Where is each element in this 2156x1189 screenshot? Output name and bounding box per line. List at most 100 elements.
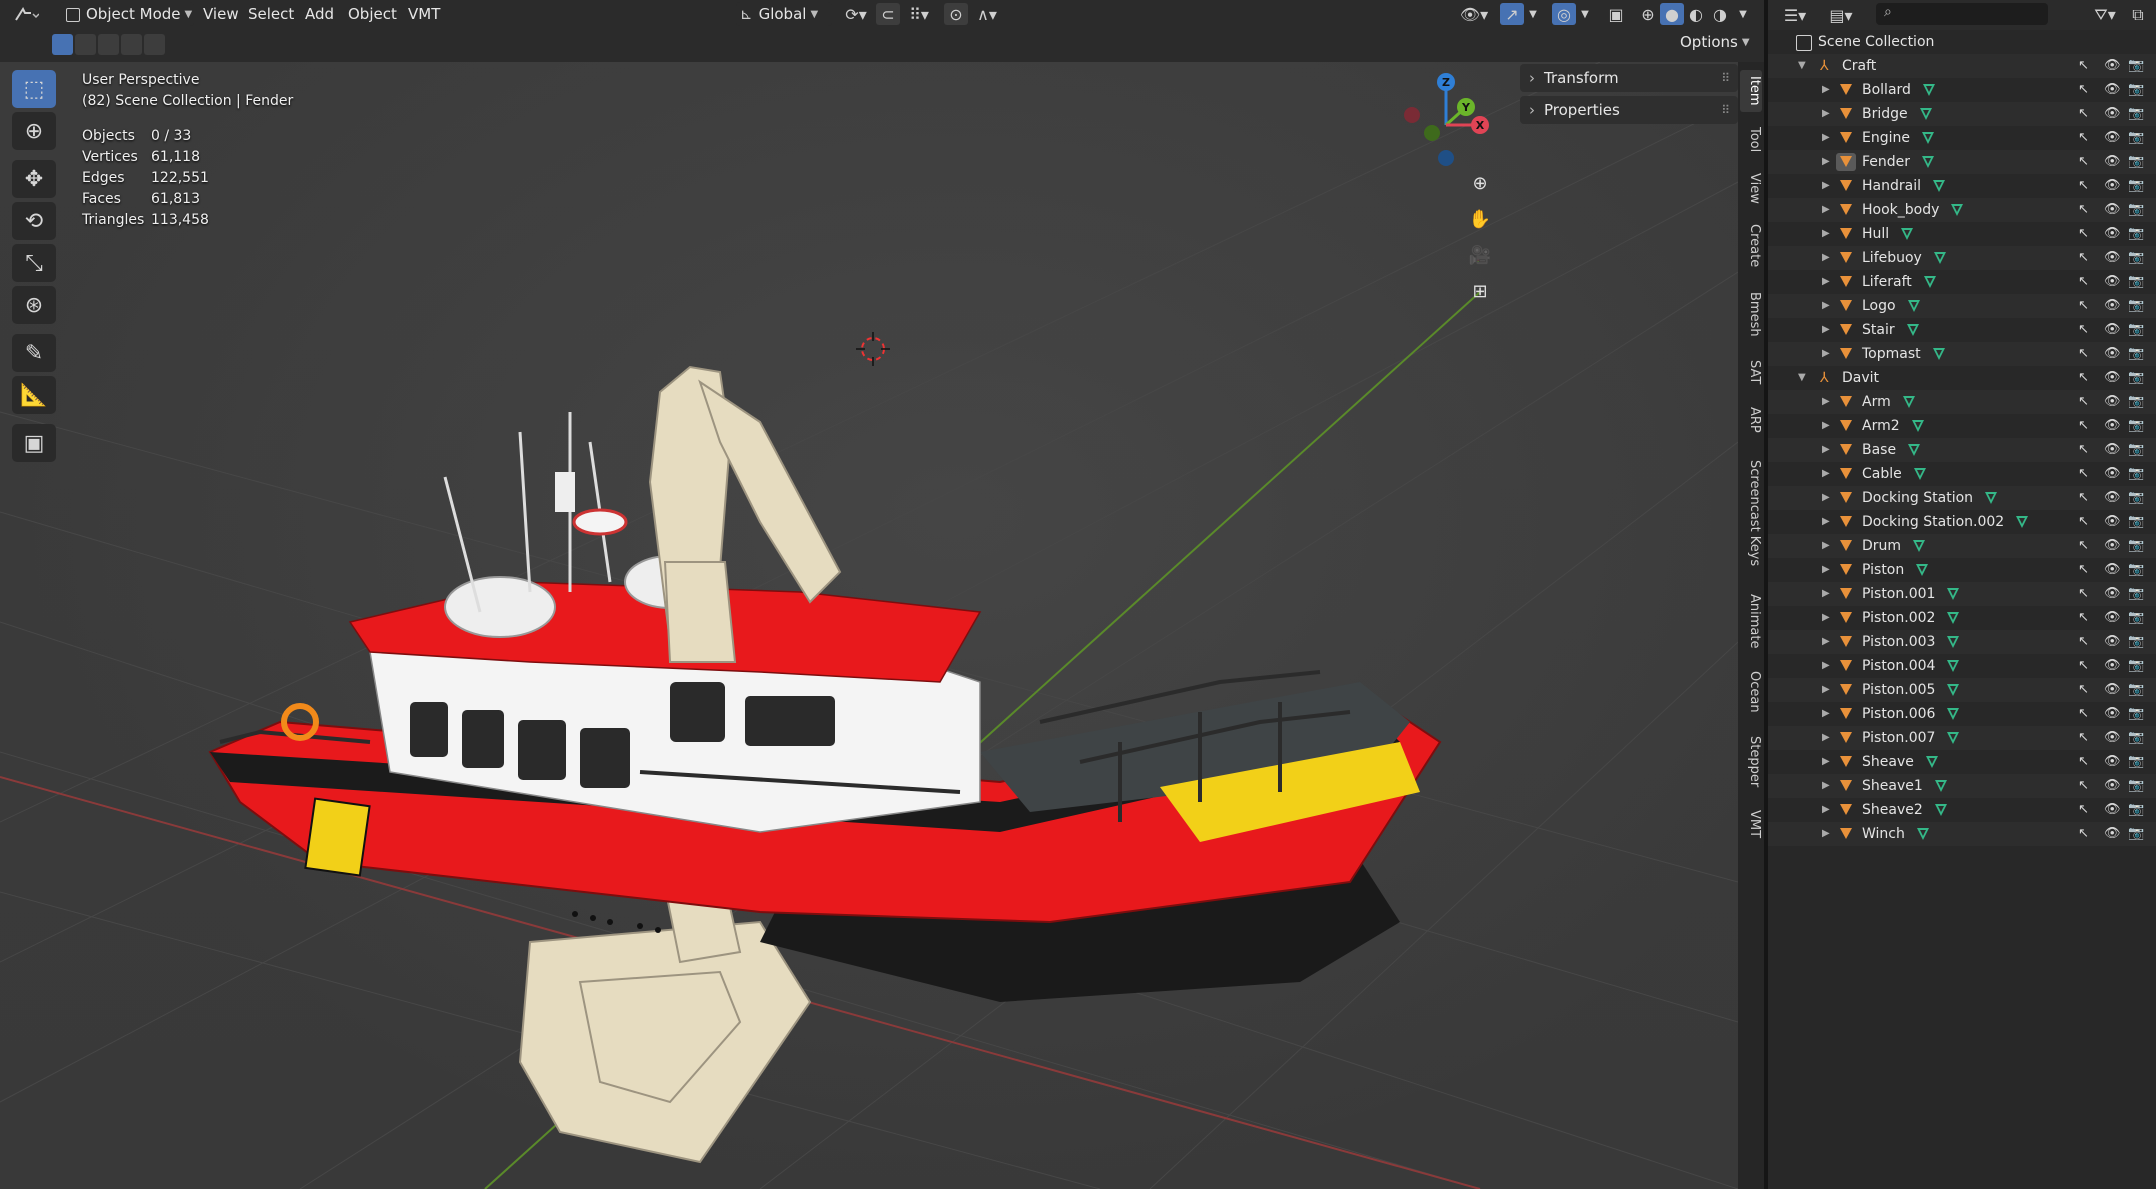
mesh-data-icon[interactable] <box>1901 228 1913 240</box>
render-camera-icon[interactable]: 📷 <box>2128 702 2144 726</box>
navigation-gizmo[interactable]: Z Y X <box>1396 70 1496 170</box>
visibility-eye-icon[interactable]: 👁 <box>2104 582 2121 606</box>
selectable-arrow-icon[interactable]: ↖ <box>2078 774 2089 798</box>
tab-tool[interactable]: Tool <box>1740 120 1762 160</box>
visibility-eye-icon[interactable]: 👁 <box>2104 630 2121 654</box>
overlays-toggle-icon[interactable]: ◎ <box>1552 3 1576 25</box>
render-camera-icon[interactable]: 📷 <box>2128 150 2144 174</box>
selectable-arrow-icon[interactable]: ↖ <box>2078 78 2089 102</box>
render-camera-icon[interactable]: 📷 <box>2128 342 2144 366</box>
options-button[interactable]: Options ▼ <box>1680 33 1750 51</box>
mesh-data-icon[interactable] <box>1908 300 1920 312</box>
expand-arrow-icon[interactable]: ▶ <box>1822 582 1830 606</box>
selectable-arrow-icon[interactable]: ↖ <box>2078 726 2089 750</box>
render-camera-icon[interactable]: 📷 <box>2128 174 2144 198</box>
zoom-icon[interactable]: ⊕ <box>1464 168 1496 198</box>
tab-create[interactable]: Create <box>1740 216 1762 276</box>
visibility-eye-icon[interactable]: 👁 <box>2104 678 2121 702</box>
selectable-arrow-icon[interactable]: ↖ <box>2078 606 2089 630</box>
overlays-dropdown-icon[interactable]: ▼ <box>1578 3 1592 25</box>
tab-view[interactable]: View <box>1740 168 1762 208</box>
shading-wireframe-icon[interactable]: ⊕ <box>1636 3 1660 25</box>
mesh-data-icon[interactable] <box>1935 780 1947 792</box>
select-box-tool-icon[interactable]: ⬚ <box>12 70 56 108</box>
visibility-eye-icon[interactable]: 👁 <box>2104 78 2121 102</box>
selectable-arrow-icon[interactable]: ↖ <box>2078 414 2089 438</box>
mesh-data-icon[interactable] <box>1922 132 1934 144</box>
mesh-data-icon[interactable] <box>1935 804 1947 816</box>
tab-item[interactable]: Item <box>1740 70 1762 112</box>
visibility-eye-icon[interactable]: 👁 <box>2104 822 2121 846</box>
mesh-data-icon[interactable] <box>1926 756 1938 768</box>
visibility-eye-icon[interactable]: 👁 <box>2104 486 2121 510</box>
visibility-eye-icon[interactable]: 👁 <box>2104 174 2121 198</box>
tab-stepper[interactable]: Stepper <box>1740 728 1762 796</box>
selectable-arrow-icon[interactable]: ↖ <box>2078 486 2089 510</box>
visibility-eye-icon[interactable]: 👁 <box>2104 270 2121 294</box>
expand-arrow-icon[interactable]: ▶ <box>1822 222 1830 246</box>
object-row[interactable]: ▶ Piston.001 ↖ 👁 📷 <box>1768 582 2156 606</box>
visibility-eye-icon[interactable]: 👁 <box>2104 126 2121 150</box>
mesh-data-icon[interactable] <box>1947 636 1959 648</box>
visibility-eye-icon[interactable]: 👁 <box>2104 222 2121 246</box>
expand-arrow-icon[interactable]: ▶ <box>1822 510 1830 534</box>
render-camera-icon[interactable]: 📷 <box>2128 558 2144 582</box>
shading-material-icon[interactable]: ◐ <box>1684 3 1708 25</box>
visibility-eye-icon[interactable]: 👁 <box>2104 102 2121 126</box>
selectable-arrow-icon[interactable]: ↖ <box>2078 630 2089 654</box>
panel-transform[interactable]: Transform <box>1520 64 1738 92</box>
selectable-arrow-icon[interactable]: ↖ <box>2078 798 2089 822</box>
snap-target-icon[interactable]: ⠿▾ <box>902 3 936 25</box>
selectable-arrow-icon[interactable]: ↖ <box>2078 246 2089 270</box>
select-subtract-icon[interactable] <box>98 34 119 55</box>
object-row[interactable]: ▶ Fender ↖ 👁 📷 <box>1768 150 2156 174</box>
render-camera-icon[interactable]: 📷 <box>2128 366 2144 390</box>
object-row[interactable]: ▶ Engine ↖ 👁 📷 <box>1768 126 2156 150</box>
render-camera-icon[interactable]: 📷 <box>2128 438 2144 462</box>
object-row[interactable]: ▶ Piston ↖ 👁 📷 <box>1768 558 2156 582</box>
visibility-eye-icon[interactable]: 👁 <box>2104 246 2121 270</box>
mesh-data-icon[interactable] <box>1947 660 1959 672</box>
mesh-data-icon[interactable] <box>1985 492 1997 504</box>
object-row[interactable]: ▶ Winch ↖ 👁 📷 <box>1768 822 2156 846</box>
visibility-eye-icon[interactable]: 👁 <box>2104 750 2121 774</box>
selectable-arrow-icon[interactable]: ↖ <box>2078 510 2089 534</box>
selectable-arrow-icon[interactable]: ↖ <box>2078 462 2089 486</box>
render-camera-icon[interactable]: 📷 <box>2128 54 2144 78</box>
object-row[interactable]: ▶ Liferaft ↖ 👁 📷 <box>1768 270 2156 294</box>
mesh-data-icon[interactable] <box>1951 204 1963 216</box>
object-row[interactable]: ▶ Drum ↖ 👁 📷 <box>1768 534 2156 558</box>
selectable-arrow-icon[interactable]: ↖ <box>2078 102 2089 126</box>
transform-orientation-dropdown[interactable]: ⊾ Global ▼ <box>736 2 832 26</box>
mesh-data-icon[interactable] <box>1947 612 1959 624</box>
object-row[interactable]: ▶ Piston.002 ↖ 👁 📷 <box>1768 606 2156 630</box>
mesh-data-icon[interactable] <box>1912 420 1924 432</box>
select-intersect-icon[interactable] <box>144 34 165 55</box>
render-camera-icon[interactable]: 📷 <box>2128 774 2144 798</box>
tab-arp[interactable]: ARP <box>1740 400 1762 440</box>
annotate-tool-icon[interactable]: ✎ <box>12 334 56 372</box>
selectable-arrow-icon[interactable]: ↖ <box>2078 150 2089 174</box>
mesh-data-icon[interactable] <box>1947 684 1959 696</box>
mesh-data-icon[interactable] <box>1917 828 1929 840</box>
mesh-data-icon[interactable] <box>1914 468 1926 480</box>
object-row[interactable]: ▶ Arm ↖ 👁 📷 <box>1768 390 2156 414</box>
visibility-eye-icon[interactable]: 👁 <box>2104 606 2121 630</box>
tab-ocean[interactable]: Ocean <box>1740 664 1762 720</box>
selectable-arrow-icon[interactable]: ↖ <box>2078 318 2089 342</box>
mesh-data-icon[interactable] <box>1916 564 1928 576</box>
render-camera-icon[interactable]: 📷 <box>2128 750 2144 774</box>
ortho-grid-icon[interactable]: ⊞ <box>1464 276 1496 306</box>
pivot-point-icon[interactable]: ⟳▾ <box>838 3 874 25</box>
render-camera-icon[interactable]: 📷 <box>2128 390 2144 414</box>
rotate-tool-icon[interactable]: ⟲ <box>12 202 56 240</box>
selectable-arrow-icon[interactable]: ↖ <box>2078 534 2089 558</box>
select-extend-icon[interactable] <box>75 34 96 55</box>
snap-toggle-icon[interactable]: ⊂ <box>876 3 900 25</box>
scene-collection-row[interactable]: Scene Collection <box>1768 30 2156 54</box>
visibility-eye-icon[interactable]: 👁 <box>2104 798 2121 822</box>
visibility-eye-icon[interactable]: 👁 <box>2104 414 2121 438</box>
object-row[interactable]: ▶ Bollard ↖ 👁 📷 <box>1768 78 2156 102</box>
visibility-eye-icon[interactable]: 👁 <box>2104 654 2121 678</box>
shading-solid-icon[interactable]: ● <box>1660 3 1684 25</box>
